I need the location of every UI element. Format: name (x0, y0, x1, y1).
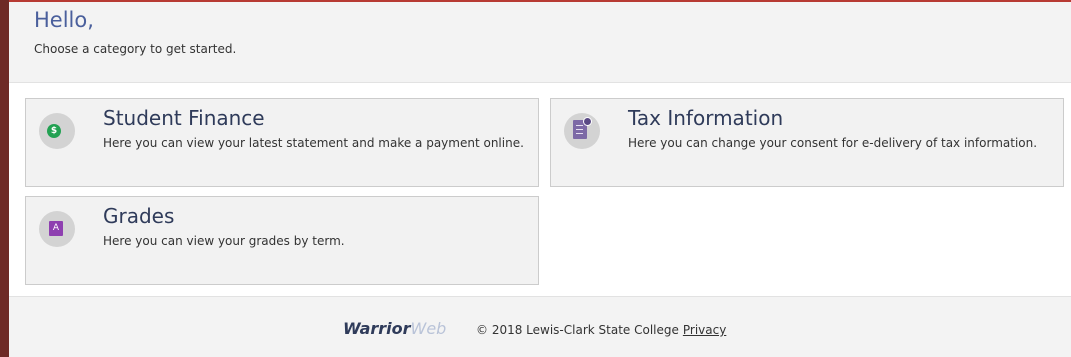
doc-badge (583, 117, 592, 126)
student-finance-icon-circle: $ (39, 113, 75, 149)
doc-line (576, 133, 583, 134)
page-footer: WarriorWeb © 2018 Lewis-Clark State Coll… (9, 296, 1071, 357)
footer-copyright-line: © 2018 Lewis-Clark State College Privacy (476, 323, 726, 337)
grades-card[interactable]: A Grades Here you can view your grades b… (25, 196, 539, 285)
grades-description: Here you can view your grades by term. (103, 234, 345, 248)
copyright-text: © 2018 Lewis-Clark State College (476, 323, 679, 337)
tax-document-icon (573, 117, 592, 139)
tax-information-icon-circle (564, 113, 600, 149)
doc-line (576, 125, 583, 126)
student-finance-card[interactable]: $ Student Finance Here you can view your… (25, 98, 539, 187)
logo-web-text: Web (410, 319, 447, 338)
page-subtitle: Choose a category to get started. (34, 42, 237, 56)
tax-information-title: Tax Information (628, 106, 784, 130)
warriorweb-logo: WarriorWeb (343, 319, 446, 338)
doc-line (576, 129, 583, 130)
tax-information-description: Here you can change your consent for e-d… (628, 136, 1038, 150)
tax-information-card[interactable]: Tax Information Here you can change your… (550, 98, 1064, 187)
student-finance-description: Here you can view your latest statement … (103, 136, 524, 150)
privacy-link[interactable]: Privacy (683, 323, 726, 337)
greeting-heading: Hello, (34, 8, 94, 32)
grades-icon-circle: A (39, 211, 75, 247)
student-finance-title: Student Finance (103, 106, 265, 130)
grade-icon: A (49, 221, 63, 236)
logo-warrior-text: Warrior (343, 319, 411, 338)
left-accent-bar (0, 0, 9, 357)
grades-title: Grades (103, 204, 175, 228)
dollar-icon: $ (47, 124, 61, 138)
page-header: Hello, Choose a category to get started. (9, 2, 1071, 83)
